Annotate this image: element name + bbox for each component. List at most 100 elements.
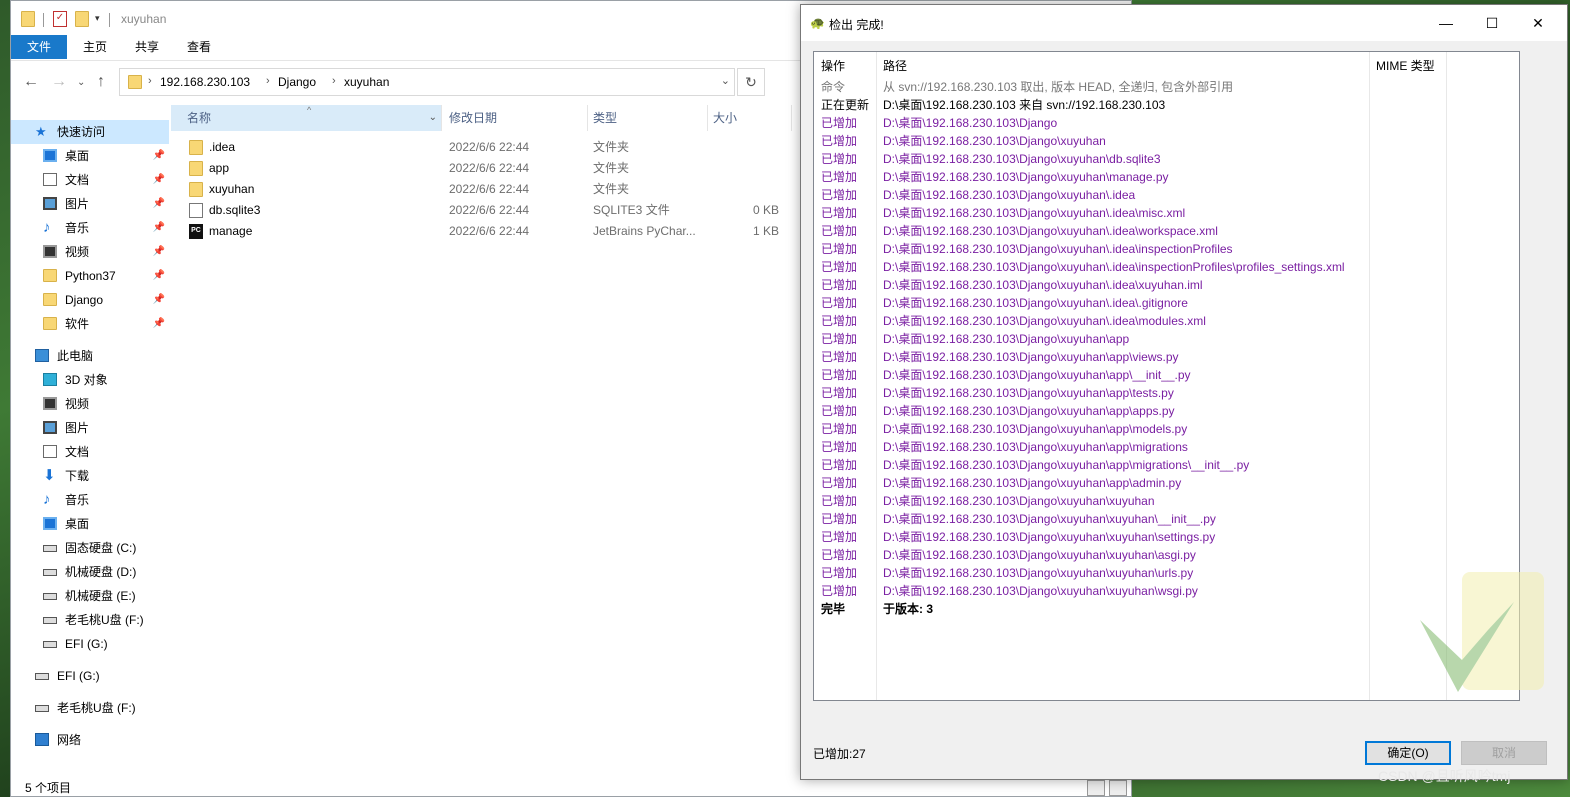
sidebar-item[interactable]: 3D 对象 <box>11 368 169 392</box>
log-row[interactable]: 已增加 D:\桌面\192.168.230.103\Django\xuyuhan\… <box>814 186 1514 204</box>
back-arrow-icon[interactable]: ← <box>23 73 39 91</box>
sidebar-item[interactable]: 机械硬盘 (D:) <box>11 560 169 584</box>
sidebar-item[interactable]: 固态硬盘 (C:) <box>11 536 169 560</box>
log-row[interactable]: 已增加 D:\桌面\192.168.230.103\Django\xuyuhan\… <box>814 564 1514 582</box>
ok-button[interactable]: 确定(O) <box>1365 741 1451 765</box>
large-icons-view-icon[interactable] <box>1109 780 1127 796</box>
refresh-button[interactable]: ↻ <box>737 68 765 96</box>
log-row[interactable]: 已增加 D:\桌面\192.168.230.103\Django\xuyuhan\… <box>814 204 1514 222</box>
maximize-button[interactable]: ☐ <box>1477 11 1507 35</box>
pin-icon[interactable]: 📌 <box>153 144 165 168</box>
sidebar-item[interactable]: ♪ 音乐 <box>11 488 169 512</box>
pin-icon[interactable]: 📌 <box>153 240 165 264</box>
minimize-button[interactable]: — <box>1431 11 1461 35</box>
sidebar-item[interactable]: 图片 <box>11 416 169 440</box>
log-row[interactable]: 已增加 D:\桌面\192.168.230.103\Django\xuyuhan\… <box>814 366 1514 384</box>
log-row[interactable]: 已增加 D:\桌面\192.168.230.103\Django\xuyuhan <box>814 132 1514 150</box>
pin-icon[interactable]: 📌 <box>153 312 165 336</box>
log-row[interactable]: 已增加 D:\桌面\192.168.230.103\Django\xuyuhan\… <box>814 222 1514 240</box>
log-row[interactable]: 已增加 D:\桌面\192.168.230.103\Django\xuyuhan\… <box>814 456 1514 474</box>
recent-locations-chevron-icon[interactable]: ⌄ <box>77 77 85 88</box>
sidebar-item[interactable]: 老毛桃U盘 (F:) <box>11 696 169 720</box>
log-row[interactable]: 已增加 D:\桌面\192.168.230.103\Django\xuyuhan\… <box>814 258 1514 276</box>
sidebar-item[interactable]: Python37 📌 <box>11 264 169 288</box>
sidebar-item[interactable]: 文档 <box>11 440 169 464</box>
log-row[interactable]: 已增加 D:\桌面\192.168.230.103\Django <box>814 114 1514 132</box>
file-row[interactable]: .idea 2022/6/6 22:44 文件夹 <box>185 137 795 158</box>
log-row[interactable]: 已增加 D:\桌面\192.168.230.103\Django\xuyuhan\… <box>814 528 1514 546</box>
tab-share[interactable]: 共享 <box>123 35 171 59</box>
log-row[interactable]: 已增加 D:\桌面\192.168.230.103\Django\xuyuhan\… <box>814 168 1514 186</box>
tab-file[interactable]: 文件 <box>11 35 67 59</box>
tab-home[interactable]: 主页 <box>71 35 119 59</box>
log-row[interactable]: 已增加 D:\桌面\192.168.230.103\Django\xuyuhan\… <box>814 348 1514 366</box>
log-row[interactable]: 已增加 D:\桌面\192.168.230.103\Django\xuyuhan\… <box>814 294 1514 312</box>
properties-icon[interactable]: ✓ <box>53 11 67 27</box>
log-row[interactable]: 已增加 D:\桌面\192.168.230.103\Django\xuyuhan\… <box>814 492 1514 510</box>
forward-arrow-icon[interactable]: → <box>51 73 67 91</box>
sidebar-item[interactable]: 文档 📌 <box>11 168 169 192</box>
sidebar-item[interactable]: 桌面 <box>11 512 169 536</box>
checkout-log-list[interactable]: 操作 路径 MIME 类型 命令 从 svn://192.168.230.103 … <box>813 51 1520 701</box>
up-arrow-icon[interactable]: ↑ <box>97 73 105 91</box>
sidebar-item[interactable]: ★ 快速访问 <box>11 120 169 144</box>
log-row[interactable]: 已增加 D:\桌面\192.168.230.103\Django\xuyuhan\… <box>814 474 1514 492</box>
sidebar-item[interactable]: ♪ 音乐 📌 <box>11 216 169 240</box>
breadcrumb-chevron-icon[interactable]: › <box>266 75 270 87</box>
breadcrumb-chevron-icon[interactable]: › <box>332 75 336 87</box>
log-row[interactable]: 已增加 D:\桌面\192.168.230.103\Django\xuyuhan\… <box>814 420 1514 438</box>
log-row[interactable]: 已增加 D:\桌面\192.168.230.103\Django\xuyuhan\… <box>814 240 1514 258</box>
log-row[interactable]: 完毕 于版本: 3 <box>814 600 1514 618</box>
column-header-mime[interactable]: MIME 类型 <box>1376 57 1435 74</box>
log-row[interactable]: 已增加 D:\桌面\192.168.230.103\Django\xuyuhan\… <box>814 510 1514 528</box>
column-divider[interactable] <box>791 105 792 131</box>
column-filter-chevron-icon[interactable]: ⌄ <box>429 105 437 131</box>
quick-access-dropdown-icon[interactable]: ▾ <box>95 13 100 24</box>
log-row[interactable]: 正在更新 D:\桌面\192.168.230.103 来自 svn://192.1… <box>814 96 1514 114</box>
log-row[interactable]: 已增加 D:\桌面\192.168.230.103\Django\xuyuhan\… <box>814 276 1514 294</box>
log-row[interactable]: 已增加 D:\桌面\192.168.230.103\Django\xuyuhan\… <box>814 330 1514 348</box>
tab-view[interactable]: 查看 <box>175 35 223 59</box>
sidebar-item[interactable]: 软件 📌 <box>11 312 169 336</box>
breadcrumb-item[interactable]: xuyuhan <box>344 75 389 89</box>
address-dropdown-icon[interactable]: ⌄ <box>721 74 730 87</box>
log-row[interactable]: 已增加 D:\桌面\192.168.230.103\Django\xuyuhan\… <box>814 150 1514 168</box>
breadcrumb-item[interactable]: 192.168.230.103 <box>160 75 250 89</box>
sidebar-item[interactable]: 网络 <box>11 728 169 752</box>
details-view-icon[interactable] <box>1087 780 1105 796</box>
column-header-path[interactable]: 路径 <box>883 57 907 74</box>
sidebar-item[interactable]: Django 📌 <box>11 288 169 312</box>
pin-icon[interactable]: 📌 <box>153 168 165 192</box>
file-row[interactable]: db.sqlite3 2022/6/6 22:44 SQLITE3 文件 0 KB <box>185 200 795 221</box>
log-row[interactable]: 已增加 D:\桌面\192.168.230.103\Django\xuyuhan\… <box>814 582 1514 600</box>
sidebar-item[interactable]: 图片 📌 <box>11 192 169 216</box>
log-row[interactable]: 已增加 D:\桌面\192.168.230.103\Django\xuyuhan\… <box>814 438 1514 456</box>
log-row[interactable]: 命令 从 svn://192.168.230.103 取出, 版本 HEAD, 全… <box>814 78 1514 96</box>
column-divider[interactable] <box>587 105 588 131</box>
sidebar-item[interactable]: 桌面 📌 <box>11 144 169 168</box>
sidebar-item[interactable]: 老毛桃U盘 (F:) <box>11 608 169 632</box>
file-row[interactable]: app 2022/6/6 22:44 文件夹 <box>185 158 795 179</box>
pin-icon[interactable]: 📌 <box>153 192 165 216</box>
column-divider[interactable] <box>707 105 708 131</box>
column-header-operation[interactable]: 操作 <box>821 57 845 74</box>
cancel-button[interactable]: 取消 <box>1461 741 1547 765</box>
column-header-size[interactable]: 大小 <box>713 105 737 131</box>
log-row[interactable]: 已增加 D:\桌面\192.168.230.103\Django\xuyuhan\… <box>814 312 1514 330</box>
breadcrumb-chevron-icon[interactable]: › <box>148 75 152 87</box>
column-divider[interactable] <box>441 105 442 131</box>
log-row[interactable]: 已增加 D:\桌面\192.168.230.103\Django\xuyuhan\… <box>814 546 1514 564</box>
column-header-type[interactable]: 类型 <box>593 105 617 131</box>
log-row[interactable]: 已增加 D:\桌面\192.168.230.103\Django\xuyuhan\… <box>814 402 1514 420</box>
file-row[interactable]: xuyuhan 2022/6/6 22:44 文件夹 <box>185 179 795 200</box>
pin-icon[interactable]: 📌 <box>153 264 165 288</box>
log-row[interactable]: 已增加 D:\桌面\192.168.230.103\Django\xuyuhan\… <box>814 384 1514 402</box>
sidebar-item[interactable]: 视频 <box>11 392 169 416</box>
pin-icon[interactable]: 📌 <box>153 288 165 312</box>
sidebar-item[interactable]: 机械硬盘 (E:) <box>11 584 169 608</box>
sidebar-item[interactable]: 此电脑 <box>11 344 169 368</box>
close-button[interactable]: ✕ <box>1523 11 1553 35</box>
sidebar-item[interactable]: EFI (G:) <box>11 632 169 656</box>
sidebar-item[interactable]: ⬇ 下载 <box>11 464 169 488</box>
column-header-date[interactable]: 修改日期 <box>449 105 497 131</box>
